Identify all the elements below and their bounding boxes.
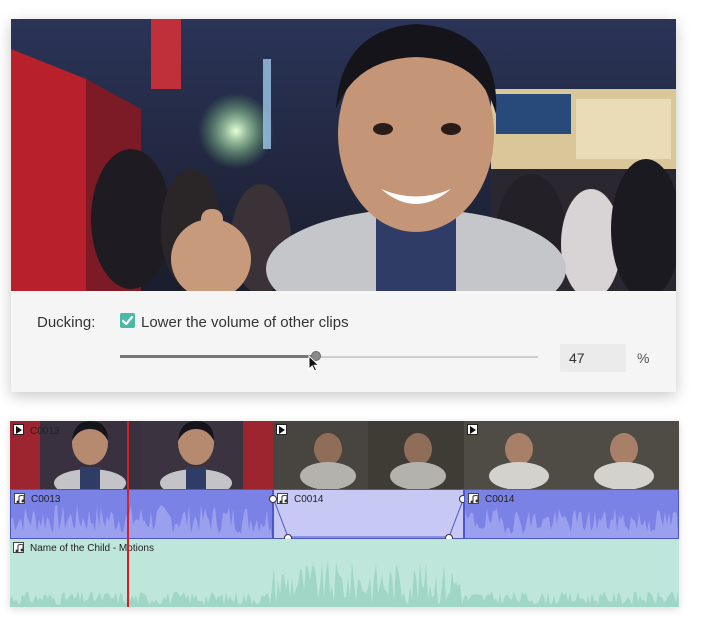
audio-clip-name: C0013 (31, 494, 61, 505)
music-note-icon (468, 493, 479, 504)
play-icon (467, 424, 478, 435)
audio-clip-name: C0014 (294, 494, 324, 505)
video-clip[interactable] (464, 421, 679, 489)
video-preview (11, 19, 676, 291)
play-icon (13, 424, 24, 435)
preview-frame-image (11, 19, 676, 291)
music-track[interactable]: Name of the Child - Motions (10, 539, 679, 607)
video-clip-name: C0013 (30, 426, 60, 437)
music-track-name: Name of the Child - Motions (30, 543, 154, 554)
audio-clip-ducked[interactable]: C0014 (269, 489, 467, 542)
ducking-card: Ducking: Lower the volume of other clips… (11, 19, 676, 392)
audio-clip[interactable]: C0013 (10, 489, 273, 539)
playhead[interactable] (127, 421, 129, 607)
video-clip[interactable]: C0013 (10, 421, 141, 489)
audio-clip[interactable]: C0014 (464, 489, 679, 539)
checkmark-icon (121, 315, 134, 326)
volume-value-field[interactable]: 47 (560, 344, 626, 372)
lower-volume-checkbox-label[interactable]: Lower the volume of other clips (141, 314, 349, 331)
music-note-icon (13, 542, 24, 553)
music-note-icon (277, 493, 288, 504)
video-clip-thumbnail (464, 421, 679, 489)
percent-unit: % (637, 350, 650, 366)
slider-fill (120, 355, 317, 358)
fade-handle[interactable] (269, 495, 277, 503)
pointer-cursor-icon (308, 355, 320, 372)
ducking-controls: Ducking: Lower the volume of other clips… (11, 291, 676, 392)
video-clip[interactable] (273, 421, 464, 489)
play-icon (276, 424, 287, 435)
volume-slider[interactable] (120, 351, 538, 363)
video-clip[interactable] (141, 421, 273, 489)
timeline: C0013 C0013 C0014 C0014 Name of the Chil… (10, 421, 679, 607)
ducking-label: Ducking: (37, 314, 96, 331)
video-clip-thumbnail (141, 421, 273, 489)
audio-clip-name: C0014 (485, 494, 515, 505)
music-note-icon (14, 493, 25, 504)
lower-volume-checkbox[interactable] (120, 313, 135, 328)
video-clip-thumbnail (273, 421, 464, 489)
